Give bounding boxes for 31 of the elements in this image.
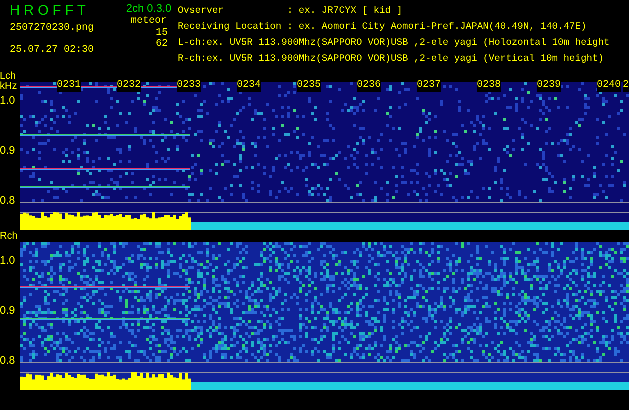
- info-line: Ovserver : ex. JR7CYX [ kid ]: [178, 4, 404, 18]
- time-label: 0231: [57, 80, 82, 92]
- axis-tick-label: 1.0: [0, 96, 16, 107]
- meteor-count: 62: [156, 39, 169, 50]
- unit-label: kHz: [0, 82, 18, 92]
- time-label: 2: [623, 80, 629, 92]
- time-label: 0232: [117, 80, 142, 92]
- time-label: 0233: [177, 80, 202, 92]
- time-label: 0240: [597, 80, 622, 92]
- info-line: L-ch:ex. UV5R 113.900Mhz(SAPPORO VOR)USB ,2-ele yagi (Holozontal 10m height: [178, 36, 610, 50]
- time-label: 0235: [297, 80, 322, 92]
- date-time: 25.07.27 02:30: [10, 44, 96, 58]
- time-label: 0237: [417, 80, 442, 92]
- info-line: R-ch:ex. UV5R 113.900Mhz(SAPPORO VOR)USB ,2-ele yagi (Vertical 10m height): [178, 52, 606, 66]
- axis-tick-label: 0.8: [0, 356, 16, 367]
- axis-tick-label: 0.9: [0, 146, 16, 157]
- meteor-label: meteor: [130, 16, 167, 28]
- app-title: H R O F F T: [10, 2, 87, 18]
- axis-tick-label: 0.8: [0, 196, 16, 207]
- time-label: 0234: [237, 80, 262, 92]
- info-line: Receiving Location : ex. Aomori City Aomori-Pref.JAPAN(40.49N, 140.47E): [178, 20, 588, 34]
- file-name: 2507270230.png: [10, 22, 96, 36]
- version-label: 2ch 0.3.0: [126, 2, 172, 16]
- channel-label: Rch: [0, 232, 18, 242]
- time-label: 0239: [537, 80, 562, 92]
- axis-tick-label: 0.9: [0, 306, 16, 317]
- channel-label: Lch: [0, 72, 16, 82]
- axis-tick-label: 1.0: [0, 256, 16, 267]
- time-label: 0236: [357, 80, 382, 92]
- meteor-count: 15: [156, 28, 169, 39]
- time-label: 0238: [477, 80, 502, 92]
